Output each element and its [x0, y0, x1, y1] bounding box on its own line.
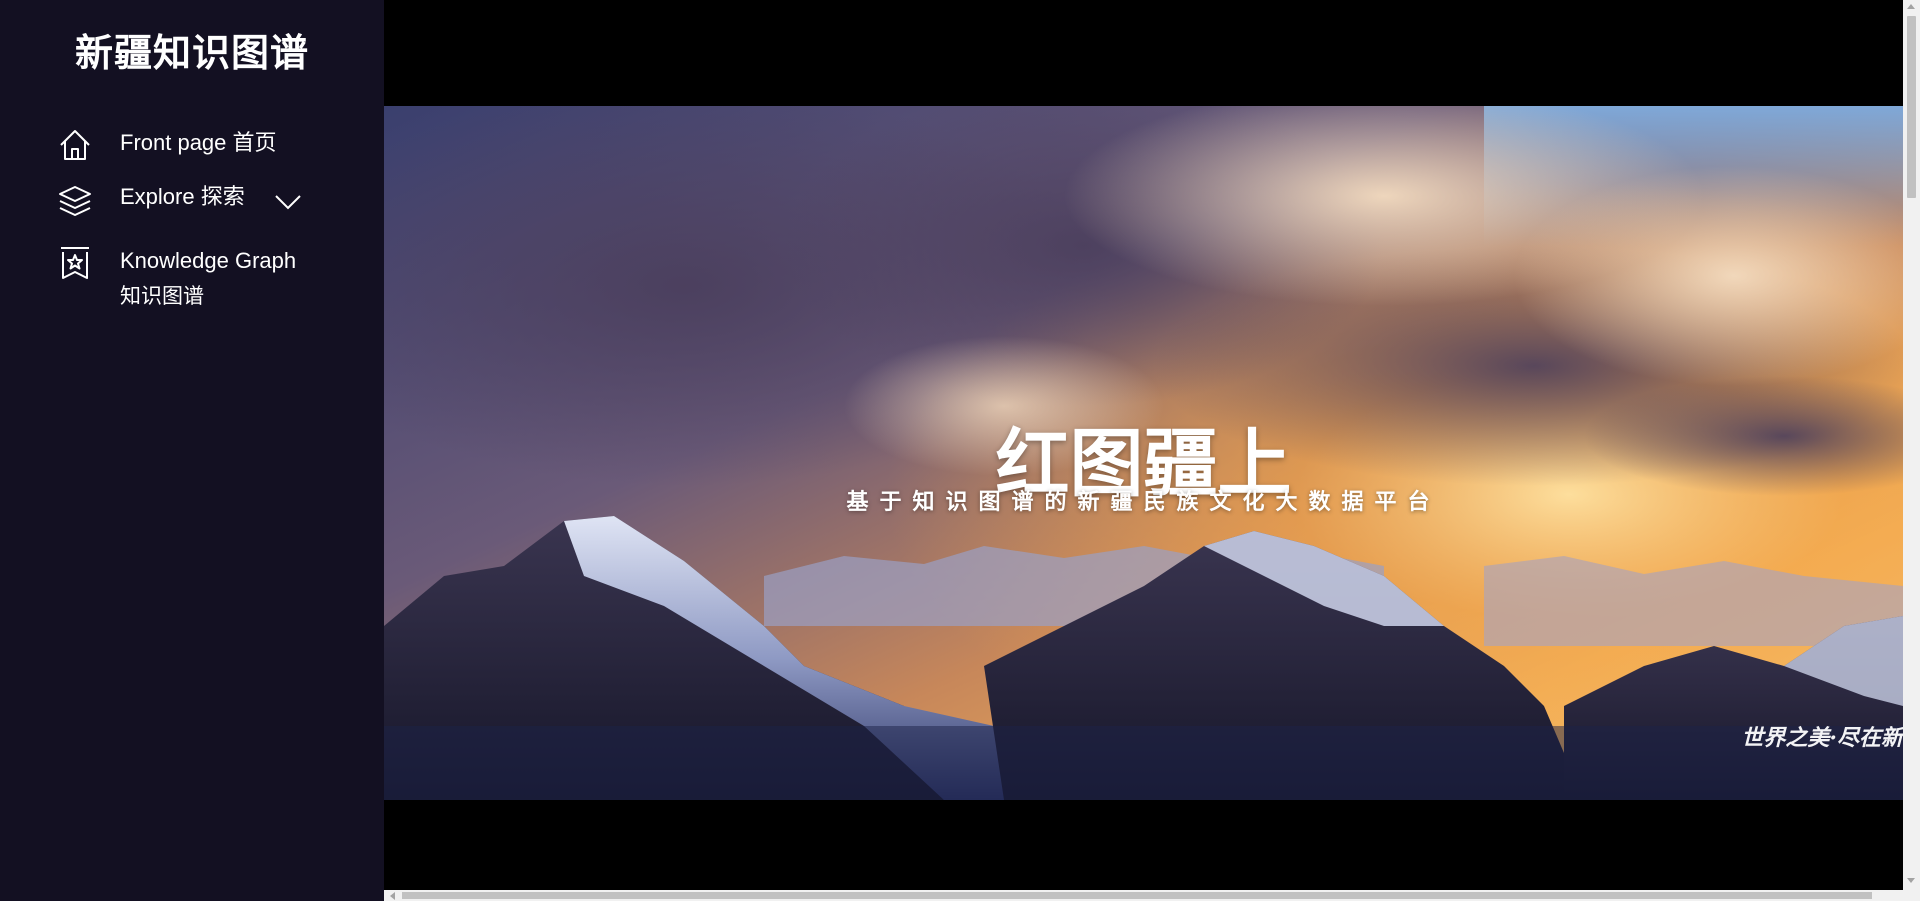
bookmark-star-icon [56, 244, 94, 282]
horizontal-scroll-thumb[interactable] [402, 892, 1872, 899]
nav-item-knowledge-graph[interactable]: Knowledge Graph 知识图谱 [56, 244, 316, 314]
scroll-down-icon[interactable] [1907, 878, 1915, 883]
vertical-scroll-thumb[interactable] [1907, 16, 1916, 198]
vertical-scrollbar[interactable] [1903, 0, 1920, 890]
layers-icon [56, 182, 94, 220]
horizontal-scrollbar[interactable] [384, 890, 1920, 901]
hero-banner: 红图疆上 基于知识图谱的新疆民族文化大数据平台 世界之美·尽在新 [384, 106, 1903, 800]
brand-title: 新疆知识图谱 [74, 33, 309, 75]
chevron-down-icon[interactable] [272, 186, 304, 218]
nav-label-knowledge-graph: Knowledge Graph [120, 248, 297, 273]
nav-label-front-page: Front page 首页 [120, 130, 277, 155]
main-content: 红图疆上 基于知识图谱的新疆民族文化大数据平台 世界之美·尽在新 [384, 0, 1903, 890]
home-icon [56, 126, 94, 164]
hero-watermark: 世界之美·尽在新 [1741, 725, 1903, 751]
nav-label-explore: Explore 探索 [120, 184, 245, 209]
scroll-up-icon[interactable] [1907, 4, 1915, 9]
nav-item-explore[interactable]: Explore 探索 [56, 182, 316, 222]
nav-sublabel-knowledge-graph: 知识图谱 [120, 285, 204, 308]
scroll-left-icon[interactable] [390, 892, 395, 900]
sidebar: 新疆知识图谱 Front page 首页 Explore 探索 Knowledg… [0, 0, 384, 901]
nav-item-front-page[interactable]: Front page 首页 [56, 126, 316, 166]
hero-subtitle: 基于知识图谱的新疆民族文化大数据平台 [846, 489, 1441, 514]
